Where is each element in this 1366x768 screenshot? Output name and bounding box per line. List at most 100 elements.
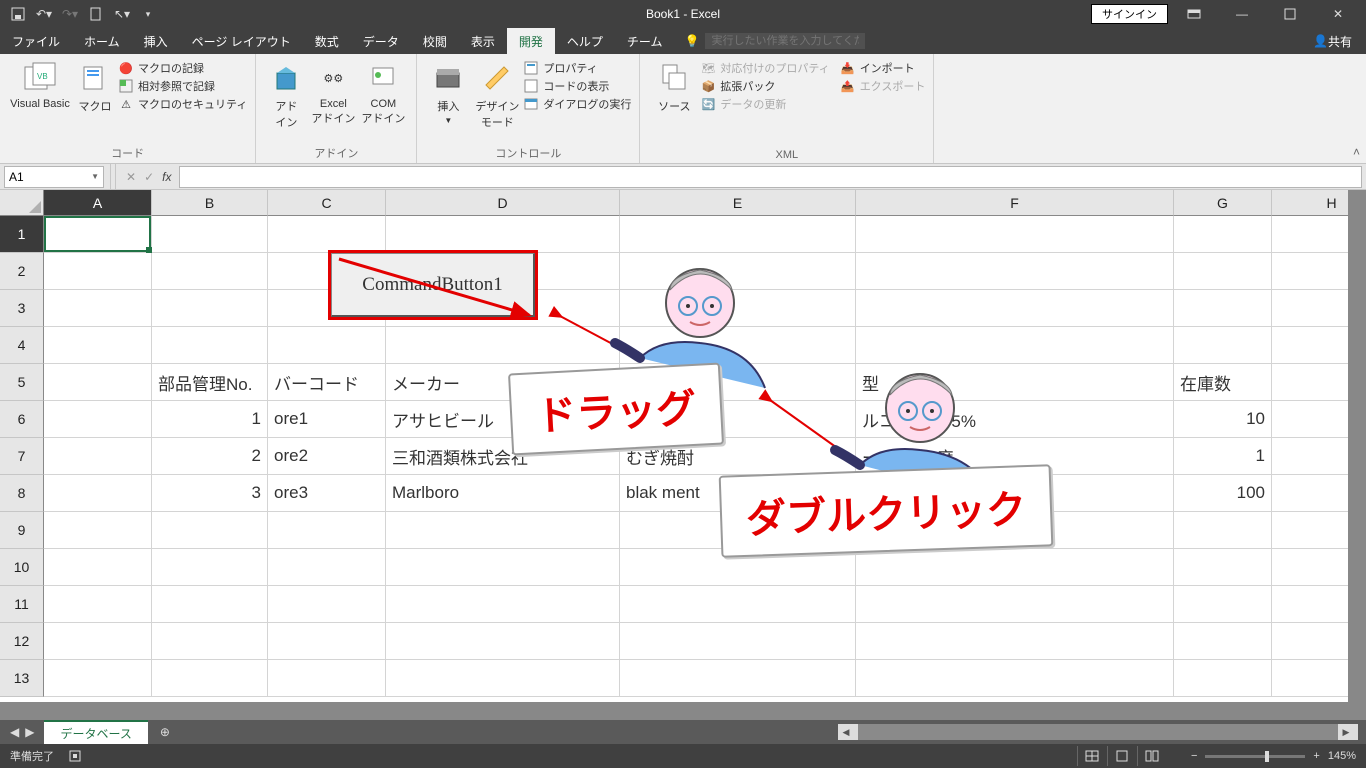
cell[interactable] bbox=[1174, 290, 1272, 327]
addins-button[interactable]: アド イン bbox=[264, 58, 308, 130]
cell[interactable] bbox=[1272, 253, 1348, 290]
macro-security-button[interactable]: ⚠マクロのセキュリティ bbox=[118, 96, 247, 112]
excel-addins-button[interactable]: ⚙⚙Excel アドイン bbox=[308, 58, 358, 126]
row-header-3[interactable]: 3 bbox=[0, 290, 44, 327]
share-button[interactable]: 👤 共有 bbox=[1299, 28, 1366, 54]
cell[interactable] bbox=[268, 512, 386, 549]
cell[interactable] bbox=[268, 216, 386, 253]
cell[interactable] bbox=[1272, 623, 1348, 660]
cell[interactable] bbox=[44, 364, 152, 401]
cancel-formula-icon[interactable]: ✕ bbox=[126, 170, 136, 184]
cell[interactable] bbox=[152, 623, 268, 660]
row-header-2[interactable]: 2 bbox=[0, 253, 44, 290]
cell[interactable] bbox=[620, 660, 856, 697]
cell[interactable] bbox=[44, 549, 152, 586]
name-box[interactable]: A1▼ bbox=[4, 166, 104, 188]
import-button[interactable]: 📥インポート bbox=[840, 60, 926, 76]
row-header-10[interactable]: 10 bbox=[0, 549, 44, 586]
tab-データ[interactable]: データ bbox=[351, 28, 411, 54]
cell[interactable] bbox=[44, 660, 152, 697]
cell[interactable] bbox=[44, 512, 152, 549]
close-icon[interactable]: ✕ bbox=[1316, 0, 1360, 28]
cell[interactable]: バーコード bbox=[268, 364, 386, 401]
cell[interactable] bbox=[1272, 364, 1348, 401]
zoom-slider[interactable] bbox=[1205, 755, 1305, 758]
cell[interactable]: Marlboro bbox=[386, 475, 620, 512]
cell[interactable] bbox=[152, 216, 268, 253]
cell[interactable] bbox=[386, 586, 620, 623]
cell[interactable] bbox=[152, 512, 268, 549]
zoom-in-icon[interactable]: + bbox=[1313, 750, 1319, 762]
tab-nav-prev-icon[interactable]: ◀ bbox=[10, 725, 19, 739]
col-header-F[interactable]: F bbox=[856, 190, 1174, 216]
horizontal-scrollbar[interactable]: ◀▶ bbox=[838, 724, 1358, 740]
row-header-9[interactable]: 9 bbox=[0, 512, 44, 549]
minimize-icon[interactable]: — bbox=[1220, 0, 1264, 28]
qat-customize-icon[interactable]: ▾ bbox=[136, 2, 160, 26]
expansion-pack-button[interactable]: 📦拡張パック bbox=[700, 78, 829, 94]
cell[interactable]: ore3 bbox=[268, 475, 386, 512]
cell[interactable] bbox=[386, 512, 620, 549]
row-header-13[interactable]: 13 bbox=[0, 660, 44, 697]
cell[interactable] bbox=[1174, 216, 1272, 253]
tell-me[interactable]: 💡 bbox=[685, 28, 866, 54]
col-header-C[interactable]: C bbox=[268, 190, 386, 216]
tab-ヘルプ[interactable]: ヘルプ bbox=[555, 28, 615, 54]
tab-表示[interactable]: 表示 bbox=[459, 28, 507, 54]
cell[interactable] bbox=[1272, 475, 1348, 512]
record-macro-button[interactable]: 🔴マクロの記録 bbox=[118, 60, 247, 76]
cell[interactable] bbox=[386, 623, 620, 660]
zoom-control[interactable]: − + 145% bbox=[1191, 750, 1356, 762]
cell[interactable] bbox=[1272, 549, 1348, 586]
chevron-down-icon[interactable]: ▼ bbox=[91, 172, 99, 181]
properties-button[interactable]: プロパティ bbox=[523, 60, 631, 76]
row-header-8[interactable]: 8 bbox=[0, 475, 44, 512]
cell[interactable] bbox=[152, 660, 268, 697]
cell[interactable] bbox=[620, 623, 856, 660]
cell[interactable] bbox=[1272, 290, 1348, 327]
run-dialog-button[interactable]: ダイアログの実行 bbox=[523, 96, 631, 112]
relative-ref-button[interactable]: 相対参照で記録 bbox=[118, 78, 247, 94]
design-mode-button[interactable]: デザイン モード bbox=[471, 58, 523, 130]
cell[interactable] bbox=[1174, 623, 1272, 660]
cell[interactable]: 1 bbox=[152, 401, 268, 438]
tab-数式[interactable]: 数式 bbox=[303, 28, 351, 54]
tell-me-input[interactable] bbox=[705, 33, 865, 49]
save-icon[interactable] bbox=[6, 2, 30, 26]
cell[interactable]: ore1 bbox=[268, 401, 386, 438]
cell[interactable]: 2 bbox=[152, 438, 268, 475]
cell[interactable] bbox=[44, 586, 152, 623]
visual-basic-button[interactable]: VB Visual Basic bbox=[8, 58, 72, 110]
cell[interactable] bbox=[1174, 549, 1272, 586]
tab-校閲[interactable]: 校閲 bbox=[411, 28, 459, 54]
cell[interactable]: 10 bbox=[1174, 401, 1272, 438]
col-header-H[interactable]: H bbox=[1272, 190, 1348, 216]
cell[interactable] bbox=[386, 660, 620, 697]
cell[interactable] bbox=[856, 623, 1174, 660]
col-header-E[interactable]: E bbox=[620, 190, 856, 216]
cell[interactable]: 1 bbox=[1174, 438, 1272, 475]
cell[interactable] bbox=[152, 327, 268, 364]
cell[interactable] bbox=[1272, 438, 1348, 475]
maximize-icon[interactable] bbox=[1268, 0, 1312, 28]
insert-control-button[interactable]: 挿入▼ bbox=[425, 58, 471, 125]
sheet-tab-active[interactable]: データベース bbox=[44, 720, 147, 745]
pointer-icon[interactable]: ↖▾ bbox=[110, 2, 134, 26]
enter-formula-icon[interactable]: ✓ bbox=[144, 170, 154, 184]
tab-ページ レイアウト[interactable]: ページ レイアウト bbox=[180, 28, 303, 54]
normal-view-icon[interactable] bbox=[1077, 746, 1107, 766]
row-header-12[interactable]: 12 bbox=[0, 623, 44, 660]
cell[interactable]: 在庫数 bbox=[1174, 364, 1272, 401]
cell[interactable] bbox=[44, 438, 152, 475]
cell[interactable] bbox=[1174, 253, 1272, 290]
cell[interactable] bbox=[152, 586, 268, 623]
cell[interactable]: 100 bbox=[1174, 475, 1272, 512]
cell[interactable] bbox=[152, 253, 268, 290]
tab-チーム[interactable]: チーム bbox=[615, 28, 675, 54]
com-addins-button[interactable]: COM アドイン bbox=[358, 58, 408, 126]
view-code-button[interactable]: コードの表示 bbox=[523, 78, 631, 94]
row-header-7[interactable]: 7 bbox=[0, 438, 44, 475]
cell[interactable] bbox=[386, 549, 620, 586]
page-break-view-icon[interactable] bbox=[1137, 746, 1167, 766]
tab-挿入[interactable]: 挿入 bbox=[132, 28, 180, 54]
